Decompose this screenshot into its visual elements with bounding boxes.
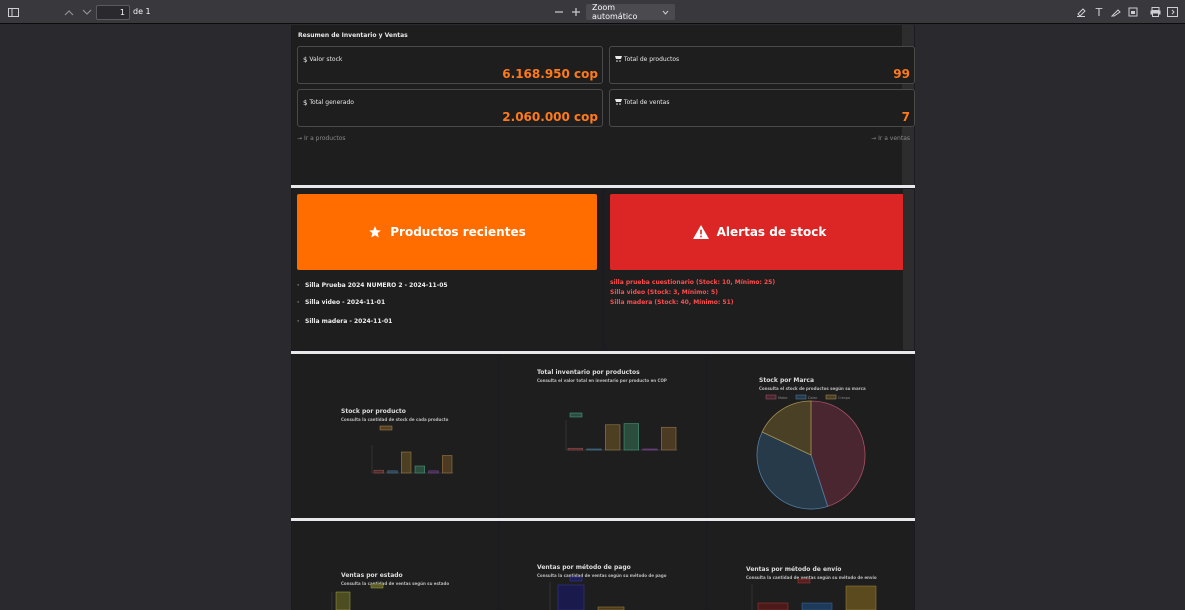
image-icon[interactable] <box>1125 4 1141 20</box>
sales-by-payment-chart-panel: Ventas por método de pago Consulta la ca… <box>500 522 706 610</box>
panel-scrollbar <box>903 189 914 350</box>
bar <box>661 426 677 451</box>
list-item: · Silla video - 2024-11-01 <box>297 299 386 306</box>
bar <box>567 447 583 451</box>
total-products-card: Total de productos 99 <box>609 46 915 84</box>
alert-item: Silla video (Stock: 3, Mínimo: 5) <box>610 289 718 296</box>
bar <box>442 455 453 474</box>
inventory-total-chart-panel: Total inventario por productos Consulta … <box>500 355 706 518</box>
dollar-icon: $ <box>303 99 308 107</box>
stock-alerts-panel: Alertas de stock silla prueba cuestionar… <box>605 189 914 350</box>
total-generated-card: $ Total generado 2.060.000 cop <box>297 89 603 127</box>
stock-alerts-banner: Alertas de stock <box>610 194 909 270</box>
card-label: Total de ventas <box>623 99 670 106</box>
stock-by-product-chart-panel: Stock por producto Consulta la cantidad … <box>292 355 498 518</box>
sales-by-shipping-chart-panel: Ventas por método de envío Consulta la c… <box>708 522 914 610</box>
legend-swatch <box>765 394 777 400</box>
zoom-in-icon[interactable] <box>568 4 584 20</box>
bar <box>557 584 585 610</box>
warning-icon <box>692 225 709 239</box>
legend-swatch <box>795 394 807 400</box>
total-sales-card: Total de ventas 7 <box>609 89 915 127</box>
next-page-icon[interactable] <box>79 4 95 20</box>
section-divider <box>291 185 915 188</box>
section-divider <box>291 351 915 354</box>
sales-by-payment-chart <box>549 576 625 610</box>
page-number-input[interactable]: 1 <box>96 5 130 20</box>
legend-label: Mabe <box>778 396 788 400</box>
go-to-products-link[interactable]: → Ir a productos <box>297 135 346 142</box>
card-label: Valor stock <box>309 56 343 63</box>
legend-swatch <box>825 394 837 400</box>
bar <box>428 470 439 474</box>
legend-swatch <box>569 576 583 582</box>
pdf-page: Resumen de Inventario y Ventas $ Valor s… <box>291 25 915 610</box>
stock-alerts-title: Alertas de stock <box>716 225 827 239</box>
save-icon[interactable] <box>1164 4 1180 20</box>
card-label: Total generado <box>309 99 354 106</box>
draw-icon[interactable] <box>1108 4 1124 20</box>
bar <box>605 424 621 451</box>
summary-title: Resumen de Inventario y Ventas <box>298 32 408 39</box>
alert-item: Silla madera (Stock: 40, Mínimo: 51) <box>610 299 734 306</box>
legend-swatch <box>370 583 384 589</box>
stock-by-brand-chart: Mabe Dolar Crespo <box>756 394 866 510</box>
card-value: 7 <box>901 110 910 124</box>
bar <box>845 585 877 610</box>
star-icon <box>369 226 382 238</box>
section-divider <box>291 518 915 521</box>
page-total-label: de 1 <box>133 7 151 16</box>
sales-by-shipping-chart <box>751 578 877 610</box>
dollar-icon: $ <box>303 56 308 64</box>
summary-section: Resumen de Inventario y Ventas $ Valor s… <box>292 25 915 185</box>
cart-icon <box>615 56 622 62</box>
cart-icon <box>615 99 622 105</box>
alert-item: silla prueba cuestionario (Stock: 10, Mí… <box>610 279 776 286</box>
arrow-right-icon: → <box>297 135 303 142</box>
go-to-sales-link[interactable]: → Ir a ventas <box>871 135 910 142</box>
list-item: · Silla madera - 2024-11-01 <box>297 318 393 325</box>
previous-page-icon[interactable] <box>61 4 77 20</box>
print-icon[interactable] <box>1147 4 1163 20</box>
card-value: 2.060.000 cop <box>502 110 598 124</box>
inventory-total-chart <box>565 412 678 451</box>
bar <box>373 469 384 474</box>
bar <box>586 448 602 451</box>
bar <box>335 591 351 610</box>
recent-products-title: Productos recientes <box>390 225 526 239</box>
bar <box>401 451 412 474</box>
bar <box>414 465 425 474</box>
bar <box>757 602 789 610</box>
card-value: 99 <box>893 67 910 81</box>
recent-products-banner: Productos recientes <box>297 194 597 270</box>
legend-swatch <box>379 425 393 431</box>
stock-by-brand-chart-panel: Stock por Marca Consulta el stock de pro… <box>708 355 914 518</box>
bar <box>623 423 639 451</box>
legend-label: Crespo <box>838 396 850 400</box>
stock-value-card: $ Valor stock 6.168.950 cop <box>297 46 603 84</box>
pdf-toolbar: 1 de 1 Zoom automático T <box>0 0 1185 24</box>
zoom-out-icon[interactable] <box>551 4 567 20</box>
text-tool-icon[interactable]: T <box>1091 4 1107 20</box>
list-item: · Silla Prueba 2024 NUMERO 2 - 2024-11-05 <box>297 282 448 289</box>
bar <box>801 602 833 610</box>
card-value: 6.168.950 cop <box>502 67 598 81</box>
legend-swatch <box>569 412 583 418</box>
highlight-icon[interactable] <box>1073 4 1089 20</box>
sales-by-status-chart <box>331 583 384 610</box>
chevron-down-icon <box>662 8 669 17</box>
zoom-select-label: Zoom automático <box>592 3 638 21</box>
pdf-viewer[interactable]: Resumen de Inventario y Ventas $ Valor s… <box>0 25 1185 610</box>
zoom-select[interactable]: Zoom automático <box>586 3 675 21</box>
card-label: Total de productos <box>623 56 680 63</box>
sidebar-toggle-icon[interactable] <box>5 4 21 20</box>
bar <box>642 448 658 451</box>
legend-swatch <box>797 578 811 584</box>
recent-products-panel: Productos recientes · Silla Prueba 2024 N… <box>292 189 602 350</box>
arrow-right-icon: → <box>871 135 877 142</box>
sales-by-status-chart-panel: Ventas por estado Consulta la cantidad d… <box>292 522 498 610</box>
stock-by-product-chart <box>371 425 454 474</box>
legend-label: Dolar <box>808 396 818 400</box>
bar <box>387 470 398 474</box>
